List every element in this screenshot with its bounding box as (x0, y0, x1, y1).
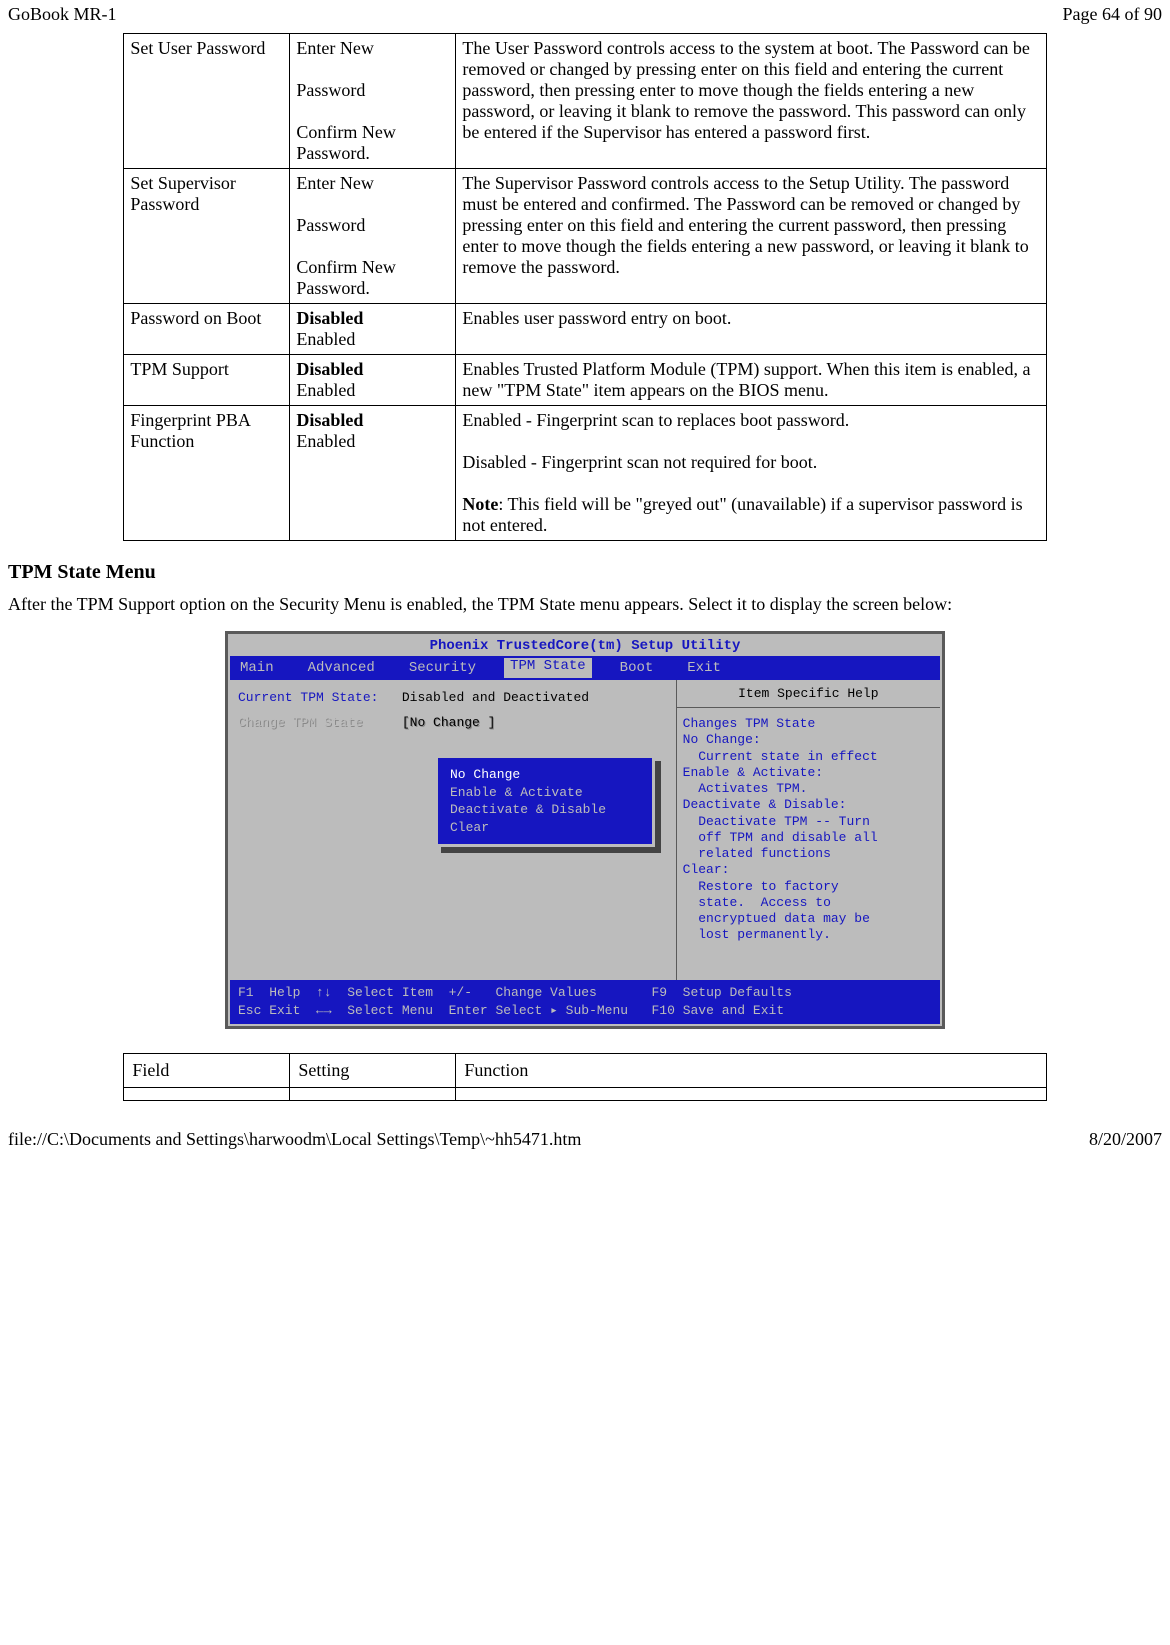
bios-title: Phoenix TrustedCore(tm) Setup Utility (230, 636, 940, 656)
bios-body: Current TPM State: Disabled and Deactiva… (230, 680, 940, 980)
header-setting: Setting (290, 1054, 456, 1088)
footer-date: 8/20/2007 (1089, 1129, 1162, 1150)
bios-options-table: Set User Password Enter New Password Con… (123, 33, 1046, 541)
cell-setting: Disabled Enabled (290, 355, 456, 406)
bios-tab-exit[interactable]: Exit (687, 660, 721, 676)
cell-field: Set User Password (124, 34, 290, 169)
section-title: TPM State Menu (8, 561, 1162, 584)
cell-field: TPM Support (124, 355, 290, 406)
footer-path: file://C:\Documents and Settings\harwood… (8, 1129, 581, 1150)
table-row: Fingerprint PBA Function Disabled Enable… (124, 406, 1046, 541)
bios-footer-line2: Esc Exit ←→ Select Menu Enter Select ▸ S… (238, 1002, 932, 1020)
cell-setting: Enter New Password Confirm New Password. (290, 34, 456, 169)
cell-setting: Disabled Enabled (290, 304, 456, 355)
page-footer: file://C:\Documents and Settings\harwood… (8, 1129, 1162, 1150)
cell-function: Enables user password entry on boot. (456, 304, 1046, 355)
body-paragraph: After the TPM Support option on the Secu… (8, 594, 1162, 615)
bios-footer: F1 Help ↑↓ Select Item +/- Change Values… (230, 980, 940, 1024)
table-row: TPM Support Disabled Enabled Enables Tru… (124, 355, 1046, 406)
header-function: Function (456, 1054, 1046, 1088)
cell-function: The Supervisor Password controls access … (456, 169, 1046, 304)
bios-screenshot: Phoenix TrustedCore(tm) Setup Utility Ma… (225, 631, 945, 1029)
tpm-state-table: Field Setting Function (123, 1053, 1046, 1101)
bios-help-pane: Item Specific Help Changes TPM State No … (676, 680, 940, 980)
bios-tab-security[interactable]: Security (409, 660, 476, 676)
popup-option-no-change[interactable]: No Change (450, 766, 640, 784)
cell-field: Password on Boot (124, 304, 290, 355)
bios-footer-line1: F1 Help ↑↓ Select Item +/- Change Values… (238, 984, 932, 1002)
cell-setting: Enter New Password Confirm New Password. (290, 169, 456, 304)
bios-row-change-state[interactable]: Change TPM State [No Change ] (238, 715, 668, 730)
header-field: Field (124, 1054, 290, 1088)
header-right: Page 64 of 90 (1063, 4, 1162, 25)
bios-row-current-state: Current TPM State: Disabled and Deactiva… (238, 690, 668, 705)
table-row: Password on Boot Disabled Enabled Enable… (124, 304, 1046, 355)
bios-tab-main[interactable]: Main (240, 660, 274, 676)
table-row: Set User Password Enter New Password Con… (124, 34, 1046, 169)
bios-dropdown-popup[interactable]: No Change Enable & Activate Deactivate &… (435, 755, 655, 847)
page-header: GoBook MR-1 Page 64 of 90 (8, 4, 1162, 25)
bios-tab-boot[interactable]: Boot (620, 660, 654, 676)
bios-tab-tpm-state[interactable]: TPM State (504, 658, 592, 678)
cell-function: Enables Trusted Platform Module (TPM) su… (456, 355, 1046, 406)
cell-field: Set Supervisor Password (124, 169, 290, 304)
popup-option-enable[interactable]: Enable & Activate (450, 784, 640, 802)
table-row: Set Supervisor Password Enter New Passwo… (124, 169, 1046, 304)
cell-setting: Disabled Enabled (290, 406, 456, 541)
bios-help-body: Changes TPM State No Change: Current sta… (677, 708, 940, 952)
cell-field: Fingerprint PBA Function (124, 406, 290, 541)
popup-option-deactivate[interactable]: Deactivate & Disable (450, 801, 640, 819)
cell-function: Enabled - Fingerprint scan to replaces b… (456, 406, 1046, 541)
bios-help-title: Item Specific Help (677, 680, 940, 708)
cell-function: The User Password controls access to the… (456, 34, 1046, 169)
bios-menu-bar: Main Advanced Security TPM State Boot Ex… (230, 656, 940, 680)
bios-tab-advanced[interactable]: Advanced (308, 660, 375, 676)
table-row-empty (124, 1088, 1046, 1101)
bios-left-pane: Current TPM State: Disabled and Deactiva… (230, 680, 676, 980)
header-left: GoBook MR-1 (8, 4, 117, 25)
table-header-row: Field Setting Function (124, 1054, 1046, 1088)
popup-option-clear[interactable]: Clear (450, 819, 640, 837)
